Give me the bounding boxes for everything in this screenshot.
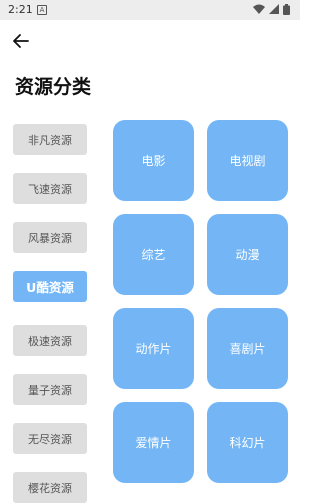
status-bar: 2:21 A [0,0,300,20]
arrow-left-icon [13,34,29,48]
source-item[interactable]: 樱花资源 [13,472,87,503]
genre-card[interactable]: 综艺 [113,214,194,295]
signal-icon [269,4,279,14]
genre-card[interactable]: 电影 [113,120,194,201]
genre-card[interactable]: 喜剧片 [207,308,288,389]
source-item[interactable]: 极速资源 [13,325,87,356]
wifi-icon [253,4,265,14]
genre-card[interactable]: 爱情片 [113,402,194,483]
battery-icon [283,4,290,15]
source-item-active[interactable]: U酷资源 [13,271,87,302]
back-button[interactable] [10,30,32,52]
page-title: 资源分类 [15,76,92,98]
source-item[interactable]: 飞速资源 [13,173,87,204]
source-item[interactable]: 量子资源 [13,374,87,405]
genre-card[interactable]: 动作片 [113,308,194,389]
source-item[interactable]: 无尽资源 [13,423,87,454]
status-time: 2:21 [8,3,33,16]
genre-card[interactable]: 动漫 [207,214,288,295]
source-item[interactable]: 风暴资源 [13,222,87,253]
genre-card[interactable]: 科幻片 [207,402,288,483]
genre-card[interactable]: 电视剧 [207,120,288,201]
source-item[interactable]: 非凡资源 [13,124,87,155]
notification-a-icon: A [37,5,47,15]
